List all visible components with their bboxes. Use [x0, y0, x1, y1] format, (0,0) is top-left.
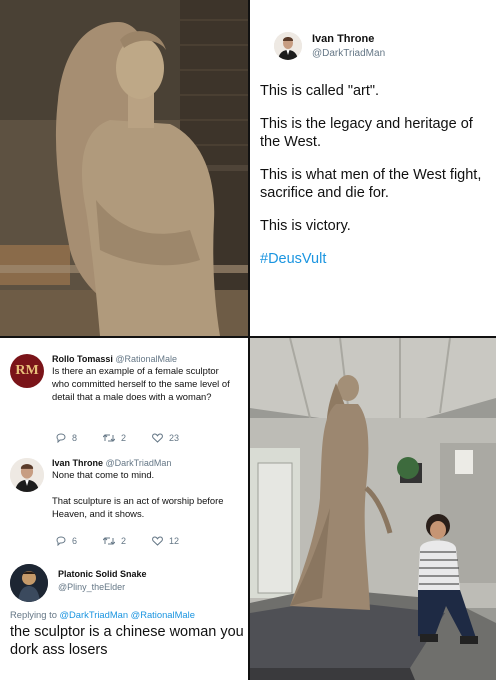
retweet-button[interactable]: 2: [103, 536, 126, 546]
studio-photo-sculptor: [250, 338, 496, 680]
tweet-meta: Rollo Tomassi @RationalMale: [52, 354, 238, 364]
reply-count: 6: [72, 536, 78, 546]
replying-to-label: Replying to: [10, 609, 57, 620]
tweet-header: Ivan Throne @DarkTriadMan: [274, 32, 385, 60]
retweet-button[interactable]: 2: [103, 433, 126, 443]
author-name[interactable]: Ivan Throne: [52, 458, 103, 468]
tweet-text: Is there an example of a female sculptor…: [52, 365, 230, 402]
avatar[interactable]: [274, 32, 302, 60]
tweet-line: This is called "art".: [260, 83, 380, 99]
tweet-rollo[interactable]: RM Rollo Tomassi @RationalMale Is there …: [10, 354, 238, 403]
tweet-line: This is victory.: [260, 218, 351, 234]
tweet-actions: 8 2 23: [56, 433, 205, 443]
heart-icon: [152, 536, 163, 546]
tweet-text: the sculptor is a chinese woman you dork…: [10, 624, 244, 658]
tweet-meta: Ivan Throne @DarkTriadMan: [52, 458, 238, 468]
reply-button[interactable]: 6: [56, 536, 77, 546]
reply-button[interactable]: 8: [56, 433, 77, 443]
like-count: 12: [169, 536, 180, 546]
retweet-count: 2: [121, 433, 127, 443]
reply-thread: RM Rollo Tomassi @RationalMale Is there …: [0, 338, 248, 680]
tweet-actions: 6 2 12: [56, 536, 205, 546]
author-name[interactable]: Rollo Tomassi: [52, 354, 113, 364]
hashtag-link[interactable]: #DeusVult: [260, 250, 492, 268]
tweet-snake[interactable]: Platonic Solid Snake @Pliny_theElder: [10, 564, 147, 602]
like-button[interactable]: 12: [152, 536, 179, 546]
retweet-icon: [103, 537, 116, 545]
author-name[interactable]: Ivan Throne: [312, 33, 385, 45]
tweet-ivan-reply[interactable]: Ivan Throne @DarkTriadMan None that come…: [10, 458, 238, 520]
reply-count: 8: [72, 433, 78, 443]
like-count: 23: [169, 433, 180, 443]
tweet-card-ivan: Ivan Throne @DarkTriadMan This is called…: [250, 0, 496, 336]
author-handle[interactable]: @DarkTriadMan: [312, 48, 385, 59]
reply-icon: [56, 536, 66, 546]
avatar[interactable]: [10, 564, 48, 602]
avatar[interactable]: [10, 458, 44, 492]
author-handle[interactable]: @RationalMale: [115, 354, 177, 364]
tweet-body: This is called "art". This is the legacy…: [260, 82, 492, 283]
replying-to: Replying to @DarkTriadMan @RationalMale: [10, 609, 195, 620]
retweet-icon: [103, 434, 116, 442]
tweet-text: That sculpture is an act of worship befo…: [52, 495, 224, 519]
author-handle[interactable]: @Pliny_theElder: [58, 582, 147, 592]
replying-to-handles[interactable]: @DarkTriadMan @RationalMale: [60, 609, 195, 620]
author-handle[interactable]: @DarkTriadMan: [106, 458, 172, 468]
heart-icon: [152, 433, 163, 443]
tweet-text: None that come to mind.: [52, 469, 155, 480]
like-button[interactable]: 23: [152, 433, 179, 443]
author-name[interactable]: Platonic Solid Snake: [58, 569, 147, 579]
retweet-count: 2: [121, 536, 127, 546]
tweet-line: This is what men of the West fight, sacr…: [260, 167, 482, 201]
tweet-line: This is the legacy and heritage of the W…: [260, 116, 473, 150]
reply-icon: [56, 433, 66, 443]
sculpture-photo-closeup: [0, 0, 248, 336]
avatar[interactable]: RM: [10, 354, 44, 388]
